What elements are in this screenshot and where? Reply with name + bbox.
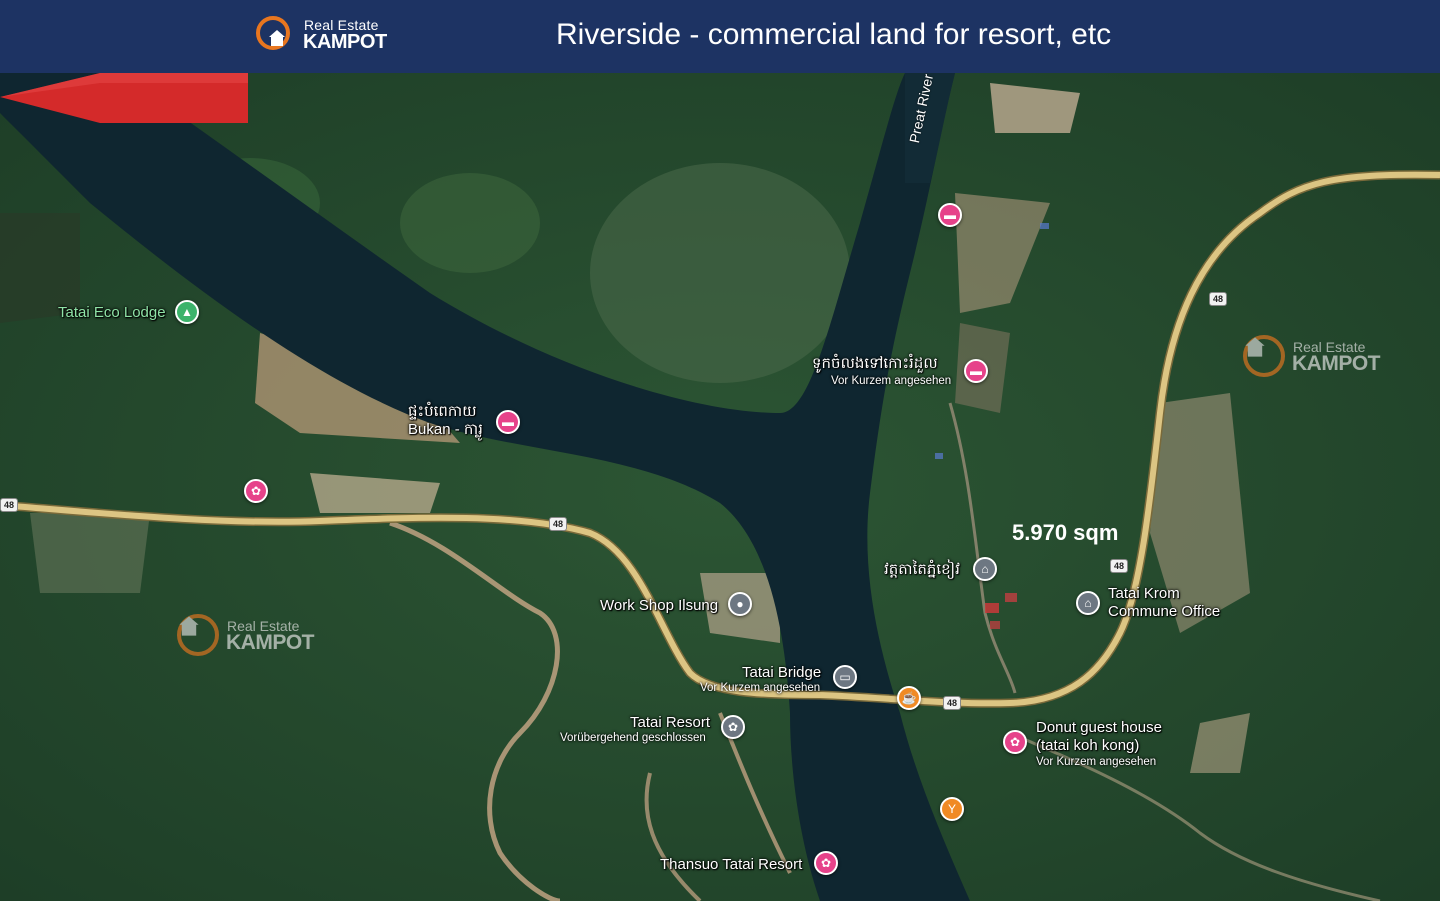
house-icon <box>1245 337 1265 357</box>
bar-icon[interactable]: Y <box>940 797 964 821</box>
watermark-logo: Real Estate KAMPOT <box>177 614 337 658</box>
hotel-icon[interactable]: ▬ <box>938 203 962 227</box>
place-label-thansuo[interactable]: Thansuo Tatai Resort <box>660 856 802 873</box>
place-sublabel-tatai-bridge: Vor Kurzem angesehen <box>700 682 821 694</box>
watermark-line2: KAMPOT <box>1292 352 1381 375</box>
house-icon <box>269 30 285 46</box>
place-label-tatai-resort[interactable]: Tatai Resort <box>630 714 710 731</box>
place-sublabel-boat: Vor Kurzem angesehen <box>831 375 952 387</box>
resort-icon[interactable]: ✿ <box>721 715 745 739</box>
resort-icon[interactable]: ✿ <box>814 851 838 875</box>
brand-logo[interactable]: Real Estate KAMPOT <box>256 14 396 60</box>
clearing <box>590 163 850 383</box>
place-label-donut[interactable]: Donut guest house <box>1036 719 1162 736</box>
hotel-icon[interactable]: ▬ <box>496 410 520 434</box>
plot-area-label: 5.970 sqm <box>1012 520 1119 545</box>
logo-ring <box>256 16 290 50</box>
place-label-wat[interactable]: វត្តតាតៃភ្នំខៀវ <box>884 560 960 582</box>
plot-highlight-arrow <box>0 73 248 123</box>
place-label-tatai-krom-2[interactable]: Commune Office <box>1108 603 1220 620</box>
place-label-tatai-krom[interactable]: Tatai Krom <box>1108 585 1180 602</box>
resort-icon[interactable]: ✿ <box>1003 730 1027 754</box>
hotel-icon[interactable]: ▬ <box>964 359 988 383</box>
place-sublabel-donut: Vor Kurzem angesehen <box>1036 756 1157 768</box>
cafe-icon[interactable]: ☕ <box>897 686 921 710</box>
map-canvas <box>0 73 1440 901</box>
house-icon <box>179 616 199 636</box>
watermark-logo: Real Estate KAMPOT <box>1243 335 1403 379</box>
place-label-donut-2[interactable]: (tatai koh kong) <box>1036 737 1139 754</box>
place-label-tatai-eco-lodge[interactable]: Tatai Eco Lodge <box>58 304 166 321</box>
road-shield: 48 <box>0 498 19 512</box>
watermark-line2: KAMPOT <box>226 631 315 654</box>
satellite-map[interactable]: Real Estate KAMPOT Real Estate KAMPOT Pr… <box>0 73 1440 901</box>
resort-icon[interactable]: ✿ <box>244 479 268 503</box>
header-bar: Real Estate KAMPOT Riverside - commercia… <box>0 0 1440 73</box>
road-shield: 48 <box>1110 559 1129 573</box>
temple-icon[interactable]: ⌂ <box>973 557 997 581</box>
place-sublabel-tatai-resort: Vorübergehend geschlossen <box>560 732 706 744</box>
campground-icon[interactable]: ▲ <box>175 300 199 324</box>
place-label-bukan-2[interactable]: Bukan - ការ្លូ <box>408 420 483 442</box>
road-shield: 48 <box>943 696 962 710</box>
page-title: Riverside - commercial land for resort, … <box>556 18 1112 51</box>
logo-text-line2: KAMPOT <box>303 31 387 53</box>
bridge-icon[interactable]: ▭ <box>833 665 857 689</box>
place-label-work-shop[interactable]: Work Shop Ilsung <box>600 597 718 614</box>
place-label-tatai-bridge[interactable]: Tatai Bridge <box>742 664 821 681</box>
government-icon[interactable]: ⌂ <box>1076 591 1100 615</box>
location-icon[interactable]: ● <box>728 592 752 616</box>
road-shield: 48 <box>549 517 568 531</box>
place-label-boat[interactable]: ទូកចំលងទៅកោះរំដួល <box>812 354 938 376</box>
road-shield: 48 <box>1209 292 1228 306</box>
